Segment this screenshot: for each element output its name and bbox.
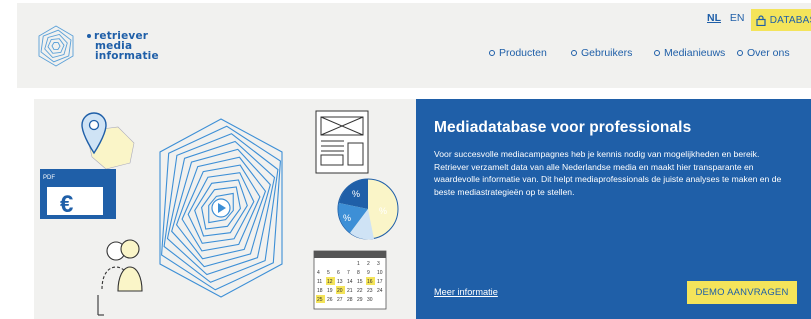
- calendar-day: 3: [377, 261, 380, 267]
- calendar-day: 7: [347, 270, 350, 276]
- percent-label-3: %: [379, 206, 387, 216]
- calendar-day: 14: [347, 279, 353, 285]
- calendar-day: 12: [327, 279, 333, 285]
- lock-icon: [756, 14, 766, 26]
- calendar-day: 6: [337, 270, 340, 276]
- calendar-day: 16: [367, 279, 373, 285]
- nav-over-ons[interactable]: Over ons: [737, 47, 790, 59]
- hero-title: Mediadatabase voor professionals: [434, 119, 692, 136]
- calendar-day: 10: [377, 270, 383, 276]
- nav-gebruikers[interactable]: Gebruikers: [571, 47, 632, 59]
- logo-line-3: informatie: [95, 50, 159, 62]
- nav-medianieuws[interactable]: Medianieuws: [654, 47, 725, 59]
- logo[interactable]: retriever media informatie: [35, 25, 159, 67]
- euro-document-icon: PDF €: [40, 169, 116, 219]
- language-en[interactable]: EN: [730, 12, 745, 24]
- calendar-day: 1: [357, 261, 360, 267]
- calendar-day: 9: [367, 270, 370, 276]
- language-switcher: NL EN: [707, 12, 745, 24]
- hero-description: Voor succesvolle mediacampagnes heb je k…: [434, 149, 782, 197]
- hero-illustration: % % % PDF € 1 2 3 4 5 6 7 8 9 10 11 12 13 14 15 16 17 18 1…: [34, 99, 416, 319]
- database-button-label: DATABASE: [769, 14, 811, 26]
- calendar-day: 23: [367, 288, 373, 294]
- demo-request-button[interactable]: DEMO AANVRAGEN: [687, 281, 797, 304]
- database-button[interactable]: DATABASE: [751, 9, 811, 31]
- logo-dot-icon: [87, 34, 91, 38]
- newspaper-icon: [315, 110, 369, 174]
- calendar-day: 8: [357, 270, 360, 276]
- percent-label-2: %: [343, 213, 351, 223]
- site-header: retriever media informatie NL EN DATABAS…: [17, 3, 811, 88]
- bullet-icon: [489, 50, 495, 56]
- calendar-day: 20: [337, 288, 343, 294]
- calendar-day: 29: [357, 297, 363, 303]
- hero-panel: Mediadatabase voor professionals Voor su…: [416, 99, 811, 319]
- logo-hexagon-icon: [38, 25, 74, 67]
- calendar-day: 4: [317, 270, 320, 276]
- bullet-icon: [571, 50, 577, 56]
- calendar-day: 18: [317, 288, 323, 294]
- calendar-day: 11: [317, 279, 322, 285]
- calendar-day: 17: [377, 279, 383, 285]
- calendar-day: 19: [327, 288, 333, 294]
- calendar-day: 13: [337, 279, 343, 285]
- percent-label-1: %: [352, 189, 360, 199]
- calendar-icon: 1 2 34 5 6 7 8 9 1011 12 13 14 15 16 1718 19 20 21 22 23 242…: [313, 250, 387, 310]
- calendar-day: 5: [327, 270, 330, 276]
- calendar-day: 27: [337, 297, 343, 303]
- people-icon: [97, 239, 143, 316]
- calendar-day: 22: [357, 288, 363, 294]
- calendar-day: 26: [327, 297, 333, 303]
- illustration-canvas: % % % PDF € 1 2 34 5 6 7 8 9 1011 12 13 14 15 16 1718 1…: [40, 110, 399, 316]
- calendar-day: 28: [347, 297, 353, 303]
- logo-text: retriever media informatie: [87, 31, 159, 61]
- more-info-link[interactable]: Meer informatie: [434, 287, 498, 297]
- calendar-day: 15: [357, 279, 363, 285]
- bullet-icon: [737, 50, 743, 56]
- calendar-day: 2: [367, 261, 370, 267]
- euro-symbol: €: [60, 191, 73, 218]
- pie-chart-icon: % % %: [337, 178, 399, 240]
- calendar-day: 30: [367, 297, 373, 303]
- play-icon: [211, 198, 231, 218]
- calendar-day: 24: [377, 288, 383, 294]
- calendar-day: 21: [347, 288, 353, 294]
- calendar-day: 25: [317, 297, 323, 303]
- language-nl[interactable]: NL: [707, 12, 721, 24]
- nav-producten[interactable]: Producten: [489, 47, 547, 59]
- pdf-label: PDF: [43, 175, 55, 181]
- bullet-icon: [654, 50, 660, 56]
